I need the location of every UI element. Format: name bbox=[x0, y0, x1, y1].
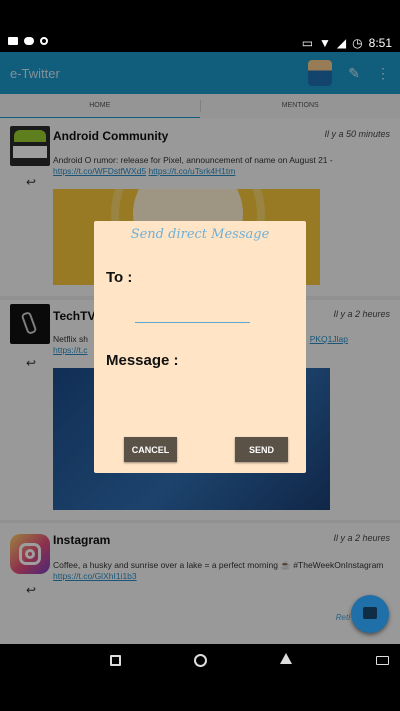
send-button[interactable]: SEND bbox=[235, 437, 288, 462]
recents-icon[interactable] bbox=[110, 655, 121, 666]
record-icon bbox=[40, 37, 48, 45]
to-label: To : bbox=[106, 269, 133, 286]
message-fab[interactable] bbox=[351, 595, 389, 633]
home-icon[interactable] bbox=[194, 654, 207, 667]
alarm-icon: ◷ bbox=[352, 36, 363, 50]
status-time: 8:51 bbox=[368, 36, 392, 50]
chat-icon bbox=[363, 607, 377, 619]
message-label: Message : bbox=[106, 352, 179, 369]
status-left-icons bbox=[8, 37, 48, 45]
recipient-input[interactable] bbox=[135, 305, 250, 323]
status-bar: ▭ ▼ ◢ ◷ 8:51 bbox=[0, 0, 400, 52]
dialog-title: Send direct Message bbox=[130, 227, 270, 242]
cast-icon: ▭ bbox=[301, 36, 314, 50]
signal-icon: ◢ bbox=[336, 36, 347, 50]
wifi-icon: ▼ bbox=[319, 36, 331, 50]
cloud-icon bbox=[24, 37, 34, 45]
back-icon[interactable] bbox=[280, 653, 292, 664]
system-nav-bar bbox=[0, 644, 400, 711]
direct-message-dialog: Send direct Message To : Message : CANCE… bbox=[94, 221, 306, 473]
cancel-button[interactable]: CANCEL bbox=[124, 437, 177, 462]
camera-icon bbox=[8, 37, 18, 45]
status-right: ▭ ▼ ◢ ◷ 8:51 bbox=[302, 36, 392, 50]
keyboard-icon[interactable] bbox=[376, 656, 389, 665]
